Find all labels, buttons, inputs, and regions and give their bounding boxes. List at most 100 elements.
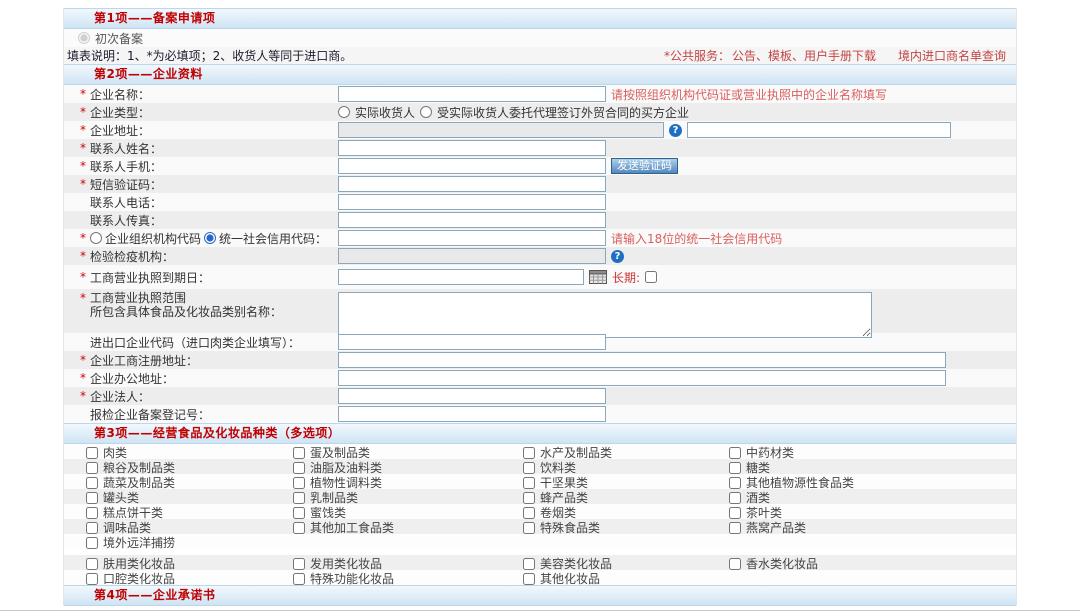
row-registered-address: *企业工商注册地址： (64, 351, 1016, 369)
category-checkbox[interactable] (729, 522, 741, 534)
category-row: 境外远洋捕捞 (64, 534, 1016, 549)
category-checkbox-item[interactable]: 特殊功能化妆品 (293, 570, 523, 587)
category-row: 肤用类化妆品发用类化妆品美容类化妆品香水类化妆品 (64, 555, 1016, 570)
required-marker: * (80, 371, 87, 385)
category-checkbox[interactable] (86, 462, 98, 474)
category-checkbox-item[interactable]: 其他加工食品类 (293, 519, 523, 536)
row-legal-person: *企业法人： (64, 387, 1016, 405)
contact-fax-input[interactable] (338, 212, 606, 228)
category-checkbox[interactable] (729, 447, 741, 459)
category-checkbox[interactable] (729, 507, 741, 519)
category-checkbox[interactable] (293, 492, 305, 504)
license-expiry-label: 工商营业执照到期日： (90, 269, 210, 286)
actual-consignee-radio[interactable] (338, 106, 350, 118)
company-address-region-input[interactable] (338, 122, 664, 138)
category-checkbox[interactable] (729, 492, 741, 504)
license-scope-textarea[interactable] (338, 292, 872, 338)
required-marker: * (80, 249, 87, 263)
category-checkbox[interactable] (523, 522, 535, 534)
calendar-icon[interactable] (589, 270, 607, 284)
category-checkbox[interactable] (523, 573, 535, 585)
filing-form-page: 第1项——备案申请项 初次备案 填表说明：1、*为必填项；2、收货人等同于进口商… (63, 8, 1017, 606)
category-checkbox-item[interactable]: 燕窝产品类 (729, 519, 1016, 536)
category-checkbox[interactable] (86, 522, 98, 534)
import-export-code-label: 进出口企业代码（进口肉类企业填写）： (90, 334, 300, 351)
category-checkbox[interactable] (86, 573, 98, 585)
importer-list-link[interactable]: 境内进口商名单查询 (898, 47, 1006, 64)
category-checkbox[interactable] (293, 507, 305, 519)
sms-code-label: 短信验证码： (90, 176, 162, 193)
category-checkbox[interactable] (523, 477, 535, 489)
row-license-scope: * 工商营业执照范围 所包含具体食品及化妆品类别名称： (64, 289, 1016, 333)
category-checkbox[interactable] (86, 477, 98, 489)
long-term-checkbox[interactable] (645, 271, 657, 283)
category-checkbox[interactable] (293, 573, 305, 585)
category-checkbox-item[interactable]: 其他化妆品 (523, 570, 729, 587)
category-row: 粮谷及制品类油脂及油料类饮料类糖类 (64, 459, 1016, 474)
first-filing-radio[interactable] (78, 32, 90, 44)
office-address-input[interactable] (338, 370, 946, 386)
long-term-label: 长期: (612, 269, 640, 286)
category-checkbox[interactable] (293, 447, 305, 459)
category-checkbox[interactable] (293, 558, 305, 570)
help-icon[interactable]: ? (669, 124, 682, 137)
category-checkbox[interactable] (523, 462, 535, 474)
category-checkbox[interactable] (729, 462, 741, 474)
contact-fax-label: 联系人传真： (90, 212, 162, 229)
category-label: 其他化妆品 (540, 570, 600, 587)
enterprise-form: *企业名称： 请按照组织机构代码证或营业执照中的企业名称填写 *企业类型： 实际… (64, 85, 1016, 423)
food-category-grid: 肉类蛋及制品类水产及制品类中药材类粮谷及制品类油脂及油料类饮料类糖类蔬菜及制品类… (64, 444, 1016, 549)
legal-person-input[interactable] (338, 388, 606, 404)
org-code-radio[interactable] (90, 232, 102, 244)
row-company-type: *企业类型： 实际收货人 受实际收货人委托代理签订外贸合同的买方企业 (64, 103, 1016, 121)
category-row: 肉类蛋及制品类水产及制品类中药材类 (64, 444, 1016, 459)
required-marker: * (80, 353, 87, 367)
contact-phone-input[interactable] (338, 194, 606, 210)
category-checkbox[interactable] (729, 558, 741, 570)
category-checkbox[interactable] (523, 507, 535, 519)
registered-address-input[interactable] (338, 352, 946, 368)
row-contact-phone: 联系人电话： (64, 193, 1016, 211)
help-icon[interactable]: ? (611, 250, 624, 263)
category-row: 口腔类化妆品特殊功能化妆品其他化妆品 (64, 570, 1016, 585)
license-expiry-input[interactable] (338, 269, 584, 285)
company-address-detail-input[interactable] (687, 122, 951, 138)
credit-code-radio[interactable] (204, 232, 216, 244)
downloads-link[interactable]: 公告、模板、用户手册下载 (732, 47, 876, 64)
category-checkbox[interactable] (86, 558, 98, 570)
category-checkbox-item[interactable]: 特殊食品类 (523, 519, 729, 536)
send-verification-code-button[interactable]: 发送验证码 (611, 158, 678, 174)
category-checkbox[interactable] (86, 492, 98, 504)
public-services: *公共服务： 公告、模板、用户手册下载 境内进口商名单查询 (664, 47, 1006, 64)
category-checkbox[interactable] (523, 492, 535, 504)
category-checkbox[interactable] (293, 522, 305, 534)
legal-person-label: 企业法人： (90, 388, 150, 405)
category-checkbox[interactable] (86, 537, 98, 549)
category-checkbox-item[interactable]: 香水类化妆品 (729, 555, 1016, 572)
category-checkbox-item[interactable]: 口腔类化妆品 (86, 570, 293, 587)
category-checkbox[interactable] (293, 462, 305, 474)
sms-code-input[interactable] (338, 176, 606, 192)
category-checkbox[interactable] (86, 447, 98, 459)
category-checkbox[interactable] (523, 447, 535, 459)
company-name-input[interactable] (338, 86, 606, 102)
category-label: 其他加工食品类 (310, 519, 394, 536)
contact-name-input[interactable] (338, 140, 606, 156)
inspection-reg-number-input[interactable] (338, 406, 606, 422)
entrusted-buyer-radio[interactable] (420, 106, 432, 118)
row-import-export-code: 进出口企业代码（进口肉类企业填写）： (64, 333, 1016, 351)
credit-code-input[interactable] (338, 230, 606, 246)
section4-header: 第4项——企业承诺书 (64, 585, 1016, 606)
category-checkbox[interactable] (523, 558, 535, 570)
required-marker: * (80, 87, 87, 101)
row-ciq-agency: *检验检疫机构： ? (64, 247, 1016, 265)
ciq-agency-input[interactable] (338, 248, 606, 264)
category-checkbox-item[interactable]: 境外远洋捕捞 (86, 534, 293, 551)
actual-consignee-label: 实际收货人 (355, 104, 415, 121)
category-checkbox[interactable] (86, 507, 98, 519)
category-checkbox[interactable] (293, 477, 305, 489)
license-scope-label-line1: 工商营业执照范围 (90, 291, 282, 305)
import-export-code-input[interactable] (338, 334, 606, 350)
contact-mobile-input[interactable] (338, 158, 606, 174)
category-checkbox[interactable] (729, 477, 741, 489)
